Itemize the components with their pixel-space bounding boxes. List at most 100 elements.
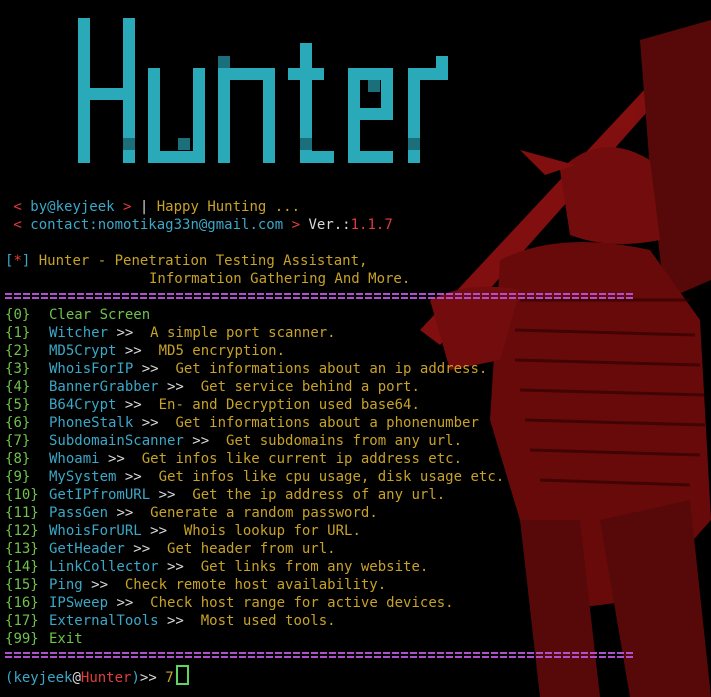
- menu-item-tool: IPSweep: [49, 595, 109, 611]
- menu-item-arrows: >>: [183, 433, 227, 449]
- menu-item-index: {8}: [5, 450, 49, 468]
- menu-item-description: Get informations about a phonenumber: [175, 415, 479, 431]
- brace-close: }: [30, 559, 39, 575]
- prompt-input[interactable]: 7: [165, 670, 173, 686]
- menu-item[interactable]: {13} GetHeader >> Get header from url.: [5, 540, 336, 558]
- menu-item-tool: Exit: [49, 631, 83, 647]
- menu-item-tool: ExternalTools: [49, 613, 159, 629]
- brace-close: }: [30, 541, 39, 557]
- brace-close: }: [30, 523, 39, 539]
- menu-item-number: 14: [13, 559, 31, 575]
- menu-item-index: {12}: [5, 522, 49, 540]
- menu-item-description: Get the ip address of any url.: [192, 487, 446, 503]
- menu-item[interactable]: {11} PassGen >> Generate a random passwor…: [5, 504, 378, 522]
- menu-item-number: 2: [13, 343, 22, 359]
- menu-item[interactable]: {2} MD5Crypt >> MD5 encryption.: [5, 342, 285, 360]
- menu-item[interactable]: {99} Exit: [5, 630, 83, 648]
- menu-item-index: {3}: [5, 360, 49, 378]
- menu-item-tool: Witcher: [49, 325, 109, 341]
- menu-item-arrows: >>: [116, 397, 159, 413]
- menu-item[interactable]: {8} Whoami >> Get infos like current ip a…: [5, 450, 462, 468]
- menu-item[interactable]: {17} ExternalTools >> Most used tools.: [5, 612, 336, 630]
- menu-item[interactable]: {4} BannerGrabber >> Get service behind a…: [5, 378, 420, 396]
- menu-item-description: Get informations about an ip address.: [175, 361, 488, 377]
- menu-item[interactable]: {5} B64Crypt >> En- and Decryption used b…: [5, 396, 420, 414]
- menu-item[interactable]: {12} WhoisForURL >> Whois lookup for URL.: [5, 522, 361, 540]
- menu-item[interactable]: {6} PhoneStalk >> Get informations about …: [5, 414, 479, 432]
- brace-close: }: [21, 397, 31, 413]
- brace-close: }: [21, 469, 31, 485]
- menu-item-arrows: >>: [124, 541, 168, 557]
- menu-item-index: {6}: [5, 414, 49, 432]
- menu-item-arrows: >>: [133, 361, 176, 377]
- prompt-user: keyjeek: [13, 670, 73, 686]
- menu-item-arrows: >>: [99, 451, 142, 467]
- menu-item-arrows: >>: [82, 577, 125, 593]
- menu-item[interactable]: {1} Witcher >> A simple port scanner.: [5, 324, 336, 342]
- menu-item-description: Get infos like cpu usage, disk usage etc…: [158, 469, 505, 485]
- byline: < by@keyjeek > | Happy Hunting ...: [5, 199, 301, 215]
- prompt-host: Hunter: [80, 670, 132, 686]
- menu-item-number: 99: [13, 631, 31, 647]
- menu-item-number: 3: [13, 361, 22, 377]
- text-cursor: [175, 665, 189, 685]
- menu-item-number: 15: [13, 577, 31, 593]
- hunter-banner-logo: [78, 18, 448, 163]
- menu-item[interactable]: {0} Clear Screen: [5, 306, 150, 324]
- menu-item-arrows: >>: [133, 415, 176, 431]
- menu-item-arrows: >>: [150, 487, 193, 503]
- menu-item-number: 10: [13, 487, 31, 503]
- menu-item[interactable]: {7} SubdomainScanner >> Get subdomains fr…: [5, 432, 462, 450]
- info-title: Hunter - Penetration Testing Assistant,: [38, 253, 368, 269]
- menu-item-index: {2}: [5, 342, 49, 360]
- command-prompt[interactable]: (keyjeek@Hunter)>> 7: [5, 665, 189, 687]
- brace-close: }: [30, 595, 39, 611]
- menu-item-number: 12: [13, 523, 31, 539]
- brace-close: }: [21, 433, 31, 449]
- menu-item-tool: Clear Screen: [49, 307, 151, 323]
- menu-item-description: En- and Decryption used base64.: [158, 397, 420, 413]
- menu-item-description: Get links from any website.: [200, 559, 429, 575]
- brace-close: }: [30, 577, 39, 593]
- version-number: 1.1.7: [350, 217, 393, 233]
- menu-item-tool: B64Crypt: [49, 397, 117, 413]
- menu-item-description: MD5 encryption.: [158, 343, 286, 359]
- menu-item-index: {9}: [5, 468, 49, 486]
- menu-item[interactable]: {15} Ping >> Check remote host availabili…: [5, 576, 386, 594]
- menu-item-index: {10}: [5, 486, 49, 504]
- menu-item-number: 0: [13, 307, 22, 323]
- info-line-1: [*] Hunter - Penetration Testing Assista…: [5, 253, 368, 269]
- menu-item-number: 1: [13, 325, 22, 341]
- version-label: Ver.:: [308, 217, 351, 233]
- menu-item-tool: SubdomainScanner: [49, 433, 184, 449]
- contact-email: contact:nomotikag33n@gmail.com: [30, 217, 284, 233]
- menu-item-tool: WhoisForURL: [49, 523, 142, 539]
- menu-item[interactable]: {10} GetIPfromURL >> Get the ip address o…: [5, 486, 445, 504]
- menu-item-index: {16}: [5, 594, 49, 612]
- menu-item-index: {0}: [5, 306, 49, 324]
- menu-item[interactable]: {16} IPSweep >> Check host range for acti…: [5, 594, 454, 612]
- brace-close: }: [21, 307, 31, 323]
- menu-item[interactable]: {9} MySystem >> Get infos like cpu usage,…: [5, 468, 504, 486]
- tagline: Happy Hunting ...: [156, 199, 301, 215]
- menu-item[interactable]: {14} LinkCollector >> Get links from any …: [5, 558, 428, 576]
- brace-close: }: [21, 415, 31, 431]
- menu-item-arrows: >>: [141, 523, 184, 539]
- menu-item-tool: PassGen: [49, 505, 109, 521]
- brace-close: }: [21, 343, 31, 359]
- prompt-suffix: >>: [139, 670, 157, 686]
- brace-close: }: [21, 325, 31, 341]
- menu-item-index: {11}: [5, 504, 49, 522]
- menu-item-number: 13: [13, 541, 31, 557]
- menu-item-index: {14}: [5, 558, 49, 576]
- menu-item-index: {15}: [5, 576, 49, 594]
- menu-item-arrows: >>: [116, 343, 159, 359]
- menu-item-tool: GetHeader: [49, 541, 125, 557]
- menu-item[interactable]: {3} WhoisForIP >> Get informations about …: [5, 360, 487, 378]
- menu-item-number: 16: [13, 595, 31, 611]
- contact-line: < contact:nomotikag33n@gmail.com > Ver.:…: [5, 217, 393, 233]
- menu-item-description: A simple port scanner.: [150, 325, 336, 341]
- author-label: by@keyjeek: [30, 199, 115, 215]
- brace-close: }: [21, 361, 31, 377]
- info-marker: *: [13, 253, 22, 269]
